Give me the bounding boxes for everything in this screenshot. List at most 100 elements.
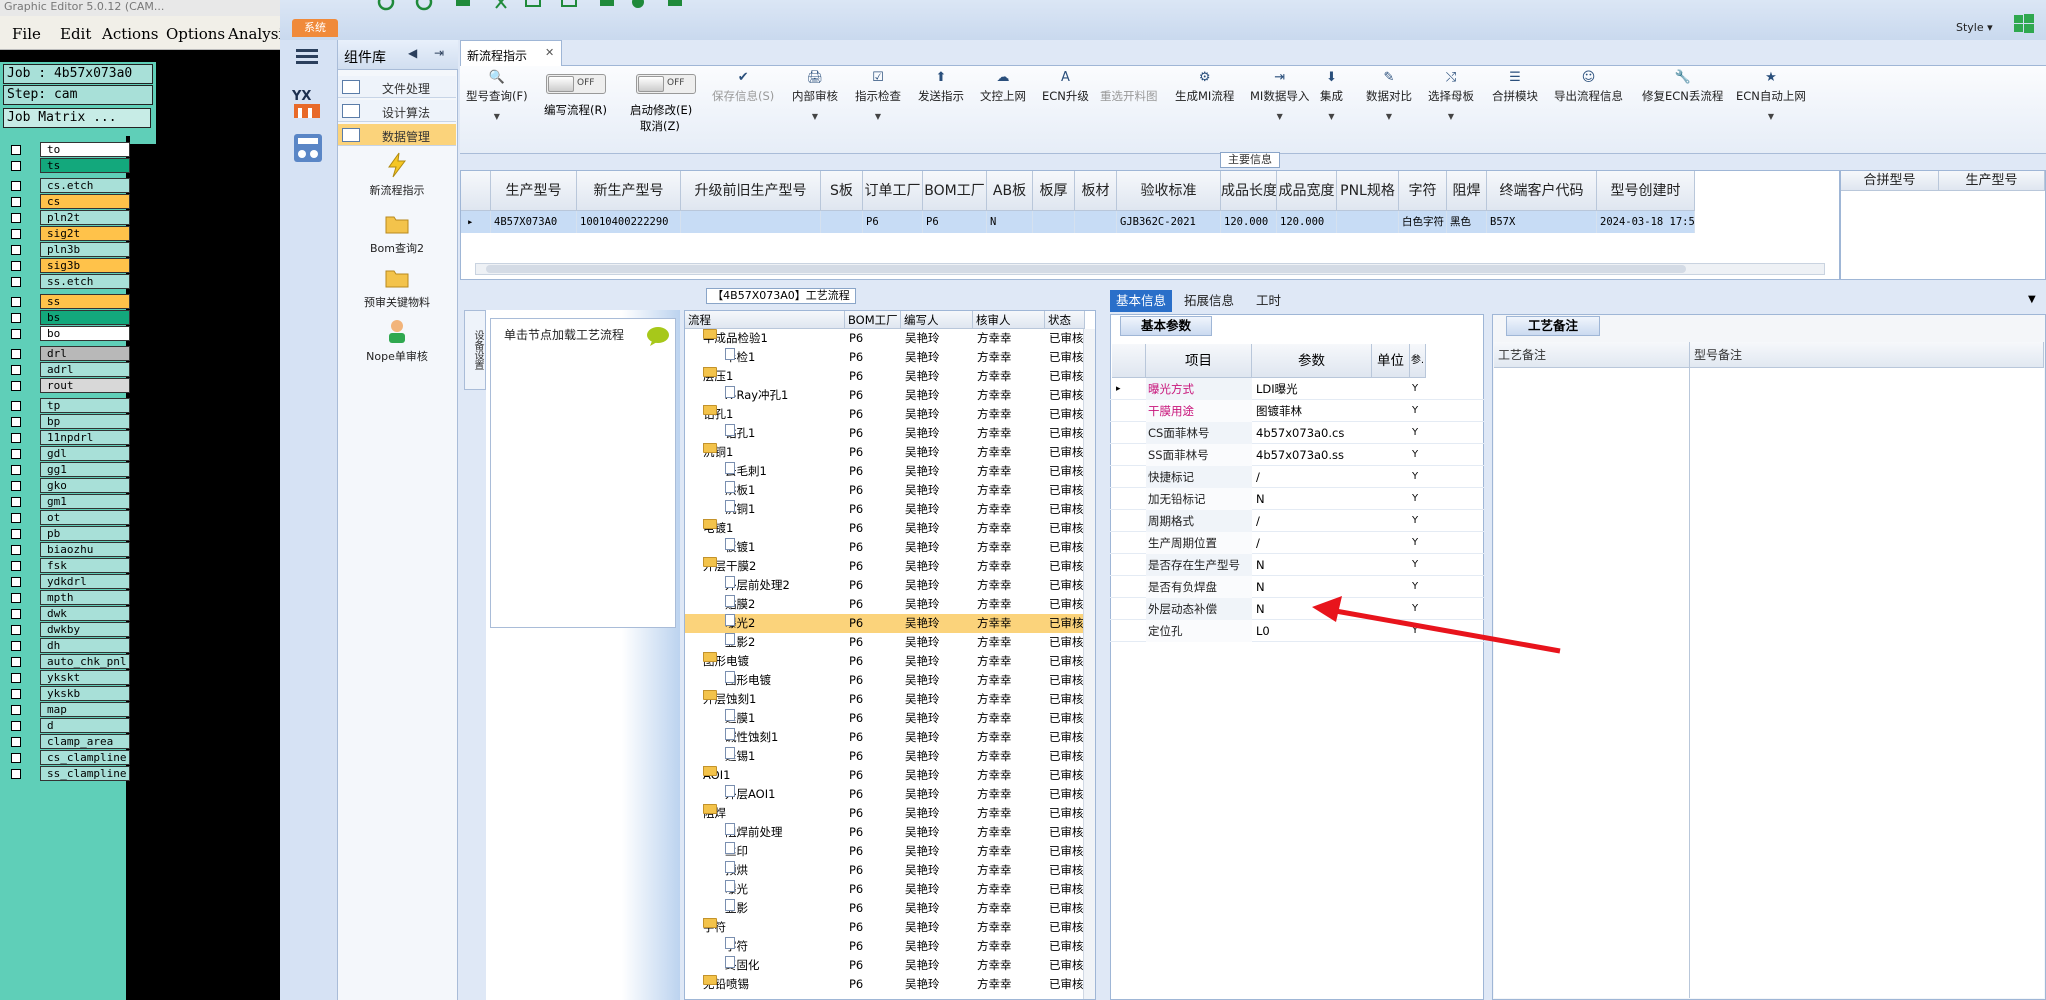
layer-row[interactable]: ykskt (6, 670, 130, 685)
param-row[interactable]: SS面菲林号 4b57x073a0.ss Y (1110, 444, 1484, 466)
grid-header[interactable]: 验收标准 (1117, 171, 1221, 211)
grid-header[interactable]: 终端客户代码 (1487, 171, 1597, 211)
menu-options[interactable]: Options (166, 25, 225, 43)
horizontal-scrollbar[interactable] (475, 263, 1825, 275)
layer-checkbox[interactable] (11, 529, 21, 539)
merge-header[interactable]: 生产型号 (1939, 171, 2045, 191)
param-row[interactable]: 干膜用途 图镀菲林 Y (1110, 400, 1484, 422)
tree-row[interactable]: 曝光 P6 吴艳玲 方幸幸 已审核 (685, 880, 1095, 899)
layer-checkbox[interactable] (11, 229, 21, 239)
tree-row[interactable]: 丝印 P6 吴艳玲 方幸幸 已审核 (685, 842, 1095, 861)
grid-header[interactable]: S板 (821, 171, 863, 211)
grid-cell[interactable] (821, 211, 863, 233)
param-value[interactable]: / (1254, 510, 1372, 532)
layer-checkbox[interactable] (11, 689, 21, 699)
tool-bom-query[interactable]: Bom查询2 (338, 210, 456, 256)
layer-row[interactable]: clamp_area (6, 734, 130, 749)
param-row[interactable]: 是否有负焊盘 N Y (1110, 576, 1484, 598)
layer-checkbox[interactable] (11, 181, 21, 191)
layer-checkbox[interactable] (11, 769, 21, 779)
enable-modify-toggle[interactable]: OFF (636, 74, 696, 94)
ribbon-button[interactable]: 🖨 内部审核 ▼ (792, 70, 838, 121)
layer-checkbox[interactable] (11, 449, 21, 459)
tab-basic-info[interactable]: 基本信息 (1110, 290, 1173, 312)
layer-checkbox[interactable] (11, 381, 21, 391)
tool-review-materials[interactable]: 预审关键物料 (338, 264, 456, 310)
param-value[interactable]: / (1254, 466, 1372, 488)
grid-cell[interactable]: P6 (923, 211, 987, 233)
tree-row[interactable]: 去毛刺1 P6 吴艳玲 方幸幸 已审核 (685, 462, 1095, 481)
ribbon-button[interactable]: A ECN升级 (1042, 70, 1089, 104)
collapse-left-icon[interactable]: ◀ (408, 46, 417, 60)
tree-row[interactable]: 显影 P6 吴艳玲 方幸幸 已审核 (685, 899, 1095, 918)
cancel-label[interactable]: 取消(Z) (640, 118, 680, 134)
layer-checkbox[interactable] (11, 625, 21, 635)
yx-app-icon[interactable]: YX (290, 86, 326, 120)
layer-row[interactable]: auto_chk_pnl (6, 654, 130, 669)
comp-item-data[interactable]: 数据管理 (338, 124, 456, 146)
layer-row[interactable]: sig2t (6, 226, 130, 241)
param-row[interactable]: 加无铅标记 N Y (1110, 488, 1484, 510)
layer-row[interactable]: fsk (6, 558, 130, 573)
col-unit[interactable]: 单位 (1372, 344, 1410, 378)
layer-row[interactable]: pln2t (6, 210, 130, 225)
chevron-down-icon[interactable]: ▼ (466, 112, 528, 121)
layer-row[interactable]: bp (6, 414, 130, 429)
layer-row[interactable]: bo (6, 326, 130, 341)
tree-row[interactable]: −外层干膜2 P6 吴艳玲 方幸幸 已审核 (685, 557, 1095, 576)
layer-checkbox[interactable] (11, 641, 21, 651)
tree-row[interactable]: 半检1 P6 吴艳玲 方幸幸 已审核 (685, 348, 1095, 367)
layer-checkbox[interactable] (11, 593, 21, 603)
layer-checkbox[interactable] (11, 213, 21, 223)
tool-nope-review[interactable]: Nope单审核 (338, 318, 456, 364)
menu-icon[interactable] (292, 44, 324, 70)
grid-cell[interactable]: 4B57X073A0 (491, 211, 577, 233)
grid-header[interactable]: 型号创建时 (1597, 171, 1695, 211)
tree-row[interactable]: 阻焊前处理 P6 吴艳玲 方幸幸 已审核 (685, 823, 1095, 842)
tree-row[interactable]: 沉铜1 P6 吴艳玲 方幸幸 已审核 (685, 500, 1095, 519)
grid-cell[interactable]: 120.000 (1221, 211, 1277, 233)
pin-icon[interactable]: ⇥ (434, 46, 444, 60)
tree-row[interactable]: −沉铜1 P6 吴艳玲 方幸幸 已审核 (685, 443, 1095, 462)
layer-row[interactable]: gm1 (6, 494, 130, 509)
layer-row[interactable]: drl (6, 346, 130, 361)
menu-edit[interactable]: Edit (60, 25, 91, 43)
ribbon-button[interactable]: ★ ECN自动上网 ▼ (1736, 70, 1806, 121)
chevron-down-icon[interactable]: ▼ (855, 112, 901, 121)
tree-row[interactable]: 曝光2 P6 吴艳玲 方幸幸 已审核 (685, 614, 1095, 633)
layer-row[interactable]: ss (6, 294, 130, 309)
col-extra[interactable]: 参. (1410, 344, 1426, 378)
grid-header[interactable]: 阻焊 (1447, 171, 1487, 211)
layer-row[interactable]: d (6, 718, 130, 733)
tree-row[interactable]: 图形电镀 P6 吴艳玲 方幸幸 已审核 (685, 671, 1095, 690)
layer-checkbox[interactable] (11, 417, 21, 427)
param-row[interactable]: 周期格式 / Y (1110, 510, 1484, 532)
param-value[interactable]: LDI曝光 (1254, 378, 1372, 400)
layer-checkbox[interactable] (11, 577, 21, 587)
tree-row[interactable]: 烘板1 P6 吴艳玲 方幸幸 已审核 (685, 481, 1095, 500)
tree-row[interactable]: −无铅喷锡 P6 吴艳玲 方幸幸 已审核 (685, 975, 1095, 994)
ribbon-button[interactable]: 重选开料图 (1100, 70, 1158, 104)
layer-checkbox[interactable] (11, 497, 21, 507)
layer-row[interactable]: sig3b (6, 258, 130, 273)
grid-header[interactable]: 生产型号 (491, 171, 577, 211)
layer-checkbox[interactable] (11, 145, 21, 155)
comp-item-algorithm[interactable]: 设计算法 (338, 100, 456, 122)
tree-row[interactable]: −半成品检验1 P6 吴艳玲 方幸幸 已审核 (685, 329, 1095, 348)
grid-cell[interactable]: 2024-03-18 17:53:02 (1597, 211, 1695, 233)
layer-checkbox[interactable] (11, 657, 21, 667)
layer-checkbox[interactable] (11, 545, 21, 555)
edit-flow-toggle[interactable]: OFF (546, 74, 606, 94)
tree-row[interactable]: 预烘 P6 吴艳玲 方幸幸 已审核 (685, 861, 1095, 880)
tree-row[interactable]: −钻孔1 P6 吴艳玲 方幸幸 已审核 (685, 405, 1095, 424)
tree-row[interactable]: 贴膜2 P6 吴艳玲 方幸幸 已审核 (685, 595, 1095, 614)
grid-cell[interactable]: N (987, 211, 1033, 233)
job-matrix-button[interactable]: Job Matrix ... (3, 108, 151, 128)
grid-cell[interactable]: 黑色 (1447, 211, 1487, 233)
menu-actions[interactable]: Actions (102, 25, 158, 43)
ribbon-button[interactable]: ⚙ 生成MI流程 (1175, 70, 1234, 104)
grid-cell[interactable]: 10010400222290 (577, 211, 681, 233)
layer-row[interactable]: ss.etch (6, 274, 130, 289)
chevron-down-icon[interactable]: ▼ (1320, 112, 1343, 121)
grid-cell[interactable] (1033, 211, 1075, 233)
